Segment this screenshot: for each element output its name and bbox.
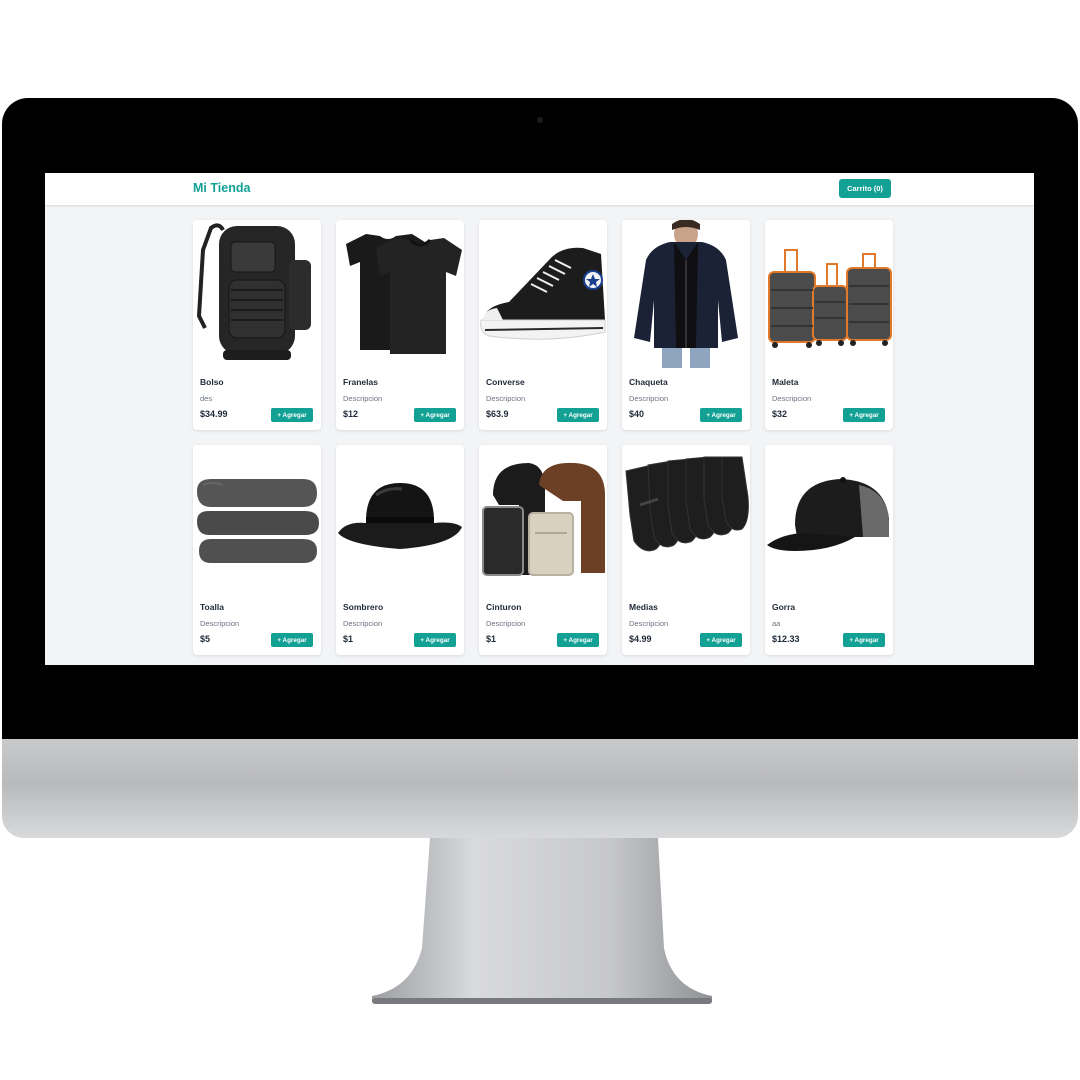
product-description: aa xyxy=(772,619,781,628)
product-price: $12 xyxy=(343,409,359,419)
tshirts-image xyxy=(336,220,464,370)
product-name: Sombrero xyxy=(343,602,384,612)
product-price: $5 xyxy=(200,634,211,644)
add-to-cart-button[interactable]: + Agregar xyxy=(271,633,313,647)
product-price: $12.33 xyxy=(772,634,800,644)
product-name: Maleta xyxy=(772,377,799,387)
add-to-cart-button[interactable]: + Agregar xyxy=(843,633,885,647)
product-card: Gorra aa $12.33 + Agregar xyxy=(765,445,893,655)
add-to-cart-button[interactable]: + Agregar xyxy=(271,408,313,422)
add-to-cart-button[interactable]: + Agregar xyxy=(414,633,456,647)
add-to-cart-button[interactable]: + Agregar xyxy=(700,633,742,647)
bowler-hat-image xyxy=(336,445,464,595)
navbar: Mi Tienda Carrito (0) xyxy=(45,173,1034,205)
product-description: Descripcion xyxy=(343,619,383,628)
jacket-image xyxy=(622,220,750,370)
monitor-stand xyxy=(372,838,712,1004)
product-price: $1 xyxy=(486,634,497,644)
product-card: Sombrero Descripcion $1 + Agregar xyxy=(336,445,464,655)
add-to-cart-button[interactable]: + Agregar xyxy=(557,633,599,647)
product-price: $34.99 xyxy=(200,409,228,419)
product-price: $32 xyxy=(772,409,788,419)
product-card: Toalla Descripcion $5 + Agregar xyxy=(193,445,321,655)
product-name: Converse xyxy=(486,377,525,387)
cart-button[interactable]: Carrito (0) xyxy=(839,179,891,198)
webcam-dot xyxy=(537,117,543,123)
backpack-image xyxy=(193,220,321,370)
product-price: $4.99 xyxy=(629,634,652,644)
product-name: Toalla xyxy=(200,602,224,612)
product-name: Gorra xyxy=(772,602,796,612)
belt-image xyxy=(479,445,607,595)
product-description: Descripcion xyxy=(486,394,526,403)
add-to-cart-button[interactable]: + Agregar xyxy=(700,408,742,422)
product-price: $40 xyxy=(629,409,645,419)
product-card: Chaqueta Descripcion $40 + Agregar xyxy=(622,220,750,430)
product-description: Descripcion xyxy=(486,619,526,628)
product-description: Descripcion xyxy=(629,619,669,628)
product-name: Franelas xyxy=(343,377,378,387)
screen: Mi Tienda Carrito (0) Bolso des $34.99 +… xyxy=(45,173,1034,665)
product-card: Maleta Descripcion $32 + Agregar xyxy=(765,220,893,430)
add-to-cart-button[interactable]: + Agregar xyxy=(414,408,456,422)
product-card: Converse Descripcion $63.9 + Agregar xyxy=(479,220,607,430)
product-card: Franelas Descripcion $12 + Agregar xyxy=(336,220,464,430)
sneaker-image xyxy=(479,220,607,370)
product-description: Descripcion xyxy=(200,619,240,628)
cap-image xyxy=(765,445,893,595)
product-price: $1 xyxy=(343,634,354,644)
product-name: Medias xyxy=(629,602,658,612)
socks-image xyxy=(622,445,750,595)
product-name: Bolso xyxy=(200,377,224,387)
luggage-image xyxy=(765,220,893,370)
product-card: Bolso des $34.99 + Agregar xyxy=(193,220,321,430)
monitor-chin xyxy=(2,739,1078,838)
product-grid: Bolso des $34.99 + Agregar Franelas Desc… xyxy=(193,220,893,655)
product-name: Chaqueta xyxy=(629,377,668,387)
add-to-cart-button[interactable]: + Agregar xyxy=(557,408,599,422)
add-to-cart-button[interactable]: + Agregar xyxy=(843,408,885,422)
product-description: des xyxy=(200,394,213,403)
product-description: Descripcion xyxy=(772,394,812,403)
product-description: Descripcion xyxy=(629,394,669,403)
towel-image xyxy=(193,445,321,595)
brand-logo[interactable]: Mi Tienda xyxy=(193,181,250,195)
product-description: Descripcion xyxy=(343,394,383,403)
product-price: $63.9 xyxy=(486,409,509,419)
product-name: Cinturon xyxy=(486,602,522,612)
product-card: Cinturon Descripcion $1 + Agregar xyxy=(479,445,607,655)
product-card: Medias Descripcion $4.99 + Agregar xyxy=(622,445,750,655)
